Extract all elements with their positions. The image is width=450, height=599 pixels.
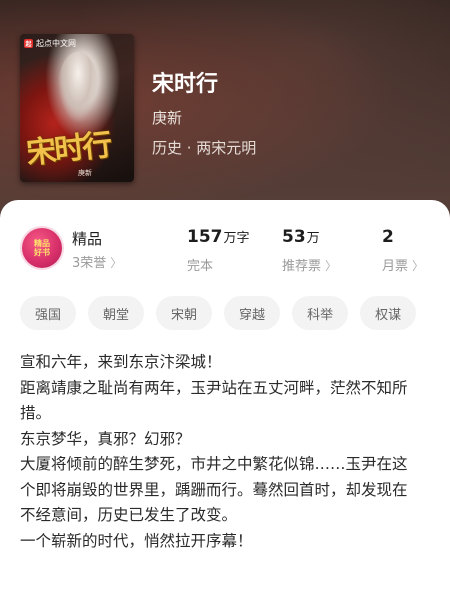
platform-logo-icon: 起 [24,39,33,48]
tag-chip[interactable]: 科举 [292,296,349,330]
book-description[interactable]: 宣和六年，来到东京汴梁城！ 距离靖康之耻尚有两年，玉尹站在五丈河畔，茫然不知所措… [20,350,420,554]
recommend-tickets: 53万 [282,227,320,247]
description-paragraph: 一个崭新的时代，悄然拉开序幕！ [20,531,253,550]
monthly-tickets-label: 月票 [382,259,409,274]
description-paragraph: 宣和六年，来到东京汴梁城！ [20,353,222,371]
word-count-label: 完本 [187,259,214,274]
tag-chip[interactable]: 朝堂 [88,296,145,330]
book-detail-card: 精品 好书 精品 3荣誉〉 157万字 完本 53万 推荐票〉 2 月票〉 强国… [0,200,450,599]
cover-platform-badge: 起 起点中文网 [24,38,76,49]
recommend-tickets-unit: 万 [306,231,320,246]
tag-chip[interactable]: 宋朝 [156,296,213,330]
word-count-value: 157 [187,227,223,247]
award-badge-icon[interactable]: 精品 好书 [22,228,62,268]
recommend-tickets-label: 推荐票 [282,259,322,274]
recommend-tickets-link[interactable]: 推荐票〉 [282,255,337,274]
award-honors-text: 3荣誉 [72,256,107,271]
tag-chip[interactable]: 权谋 [360,296,417,330]
award-badge-line2: 好书 [34,247,50,257]
cover-author: 庚新 [78,169,92,177]
tag-chip[interactable]: 穿越 [224,296,281,330]
description-paragraph: 大厦将倾前的醉生梦死，市井之中繁花似锦……玉尹在这个即将崩毁的世界里，踽跚而行。… [20,455,408,524]
tag-list: 强国 朝堂 宋朝 穿越 科举 权谋 [20,296,417,330]
book-title: 宋时行 [152,72,219,97]
monthly-tickets-link[interactable]: 月票〉 [382,255,424,274]
word-count: 157万字 [187,227,250,247]
chevron-right-icon: 〉 [110,256,123,270]
stats-row: 精品 好书 精品 3荣誉〉 157万字 完本 53万 推荐票〉 2 月票〉 [0,200,450,290]
book-cover[interactable]: 起 起点中文网 宋时行 庚新 [20,34,134,182]
award-honors-link[interactable]: 3荣誉〉 [72,252,122,271]
chevron-right-icon: 〉 [412,259,425,273]
chevron-right-icon: 〉 [325,259,338,273]
cover-illustration [58,52,98,122]
tag-chip[interactable]: 强国 [20,296,77,330]
book-category[interactable]: 历史 · 两宋元明 [152,137,256,158]
monthly-tickets: 2 [382,227,394,247]
cover-title: 宋时行 [24,127,112,172]
recommend-tickets-value: 53 [282,227,306,247]
word-count-unit: 万字 [223,231,250,246]
description-paragraph: 距离靖康之耻尚有两年，玉尹站在五丈河畔，茫然不知所措。 [20,378,408,423]
book-author[interactable]: 庚新 [152,107,182,128]
award-title: 精品 [72,230,103,248]
description-paragraph: 东京梦华，真邪？幻邪？ [20,429,191,448]
cover-platform-text: 起点中文网 [36,39,76,48]
monthly-tickets-value: 2 [382,227,394,247]
